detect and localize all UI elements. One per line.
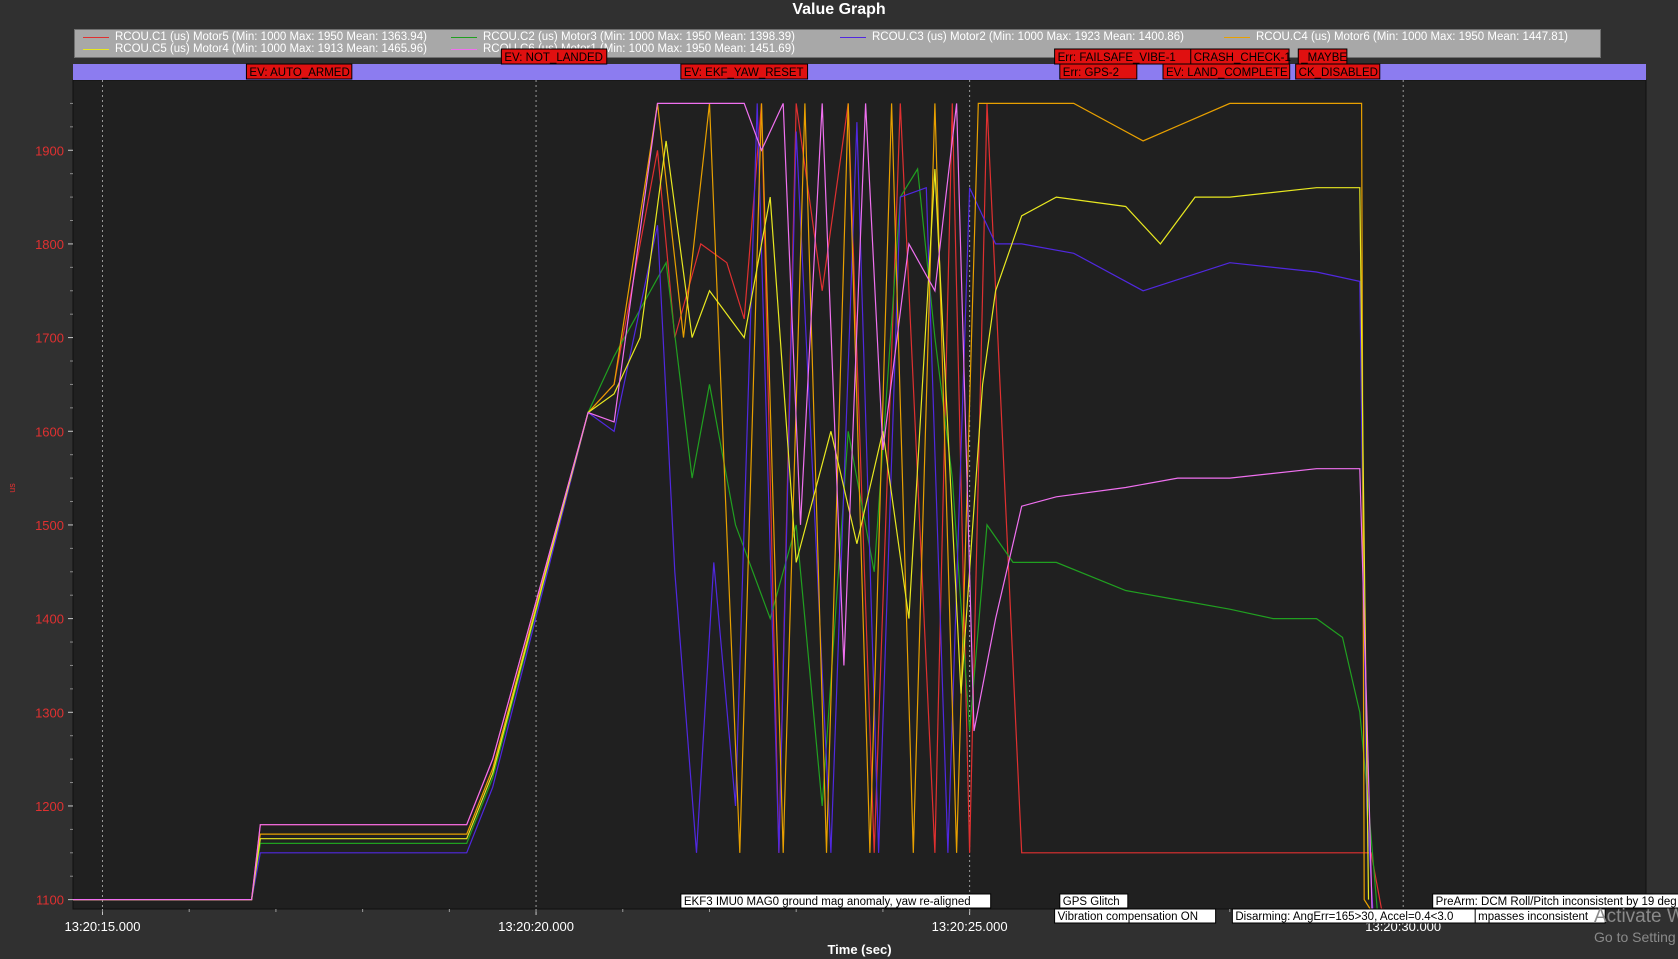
event-tag-label: Err: FAILSAFE_VIBE-1 <box>1058 52 1176 64</box>
y-axis-label: us <box>7 483 17 493</box>
event-tag-label: EV: AUTO_ARMED <box>249 67 349 79</box>
message-tag-label: EKF3 IMU0 MAG0 ground mag anomaly, yaw r… <box>684 896 971 908</box>
event-tag-label: EV: NOT_LANDED <box>504 52 603 64</box>
event-tag-label: CK_DISABLED <box>1299 67 1378 79</box>
x-axis-label: Time (sec) <box>827 942 891 957</box>
event-tag-label: _MAYBE <box>1300 52 1347 64</box>
event-tag-label: CRASH_CHECK-1 <box>1194 52 1291 64</box>
x-tick-label: 13:20:15.000 <box>65 919 141 934</box>
y-tick-label: 1200 <box>35 799 64 814</box>
y-tick-label: 1800 <box>35 237 64 252</box>
y-tick-label: 1700 <box>35 331 64 346</box>
message-tag-label: Vibration compensation ON <box>1058 911 1198 923</box>
y-tick-label: 1100 <box>36 893 64 908</box>
windows-activation-watermark: Activate W Go to Setting <box>1594 906 1678 946</box>
message-tag-label: Disarming: AngErr=165>30, Accel=0.4<3.0 <box>1235 911 1453 923</box>
y-tick-label: 1400 <box>35 612 64 627</box>
message-tag-label: GPS Glitch <box>1063 896 1120 908</box>
y-tick-label: 1900 <box>35 143 64 158</box>
y-tick-label: 1600 <box>35 424 64 439</box>
y-tick-label: 1500 <box>35 518 64 533</box>
x-tick-label: 13:20:20.000 <box>498 919 574 934</box>
x-tick-label: 13:20:25.000 <box>932 919 1008 934</box>
message-tag-label: mpasses inconsistent <box>1478 911 1589 923</box>
event-tag-label: Err: GPS-2 <box>1063 67 1119 79</box>
event-tag-label: EV: EKF_YAW_RESET <box>684 67 804 79</box>
chart: 13:20:15.000 13:20:20.000 13:20:25.000 13:2… <box>7 48 1678 957</box>
watermark-subtitle: Go to Setting <box>1594 929 1676 945</box>
y-tick-label: 1300 <box>35 705 64 720</box>
watermark-title: Activate W <box>1594 906 1678 927</box>
event-tag-label: EV: LAND_COMPLETE <box>1166 67 1288 79</box>
